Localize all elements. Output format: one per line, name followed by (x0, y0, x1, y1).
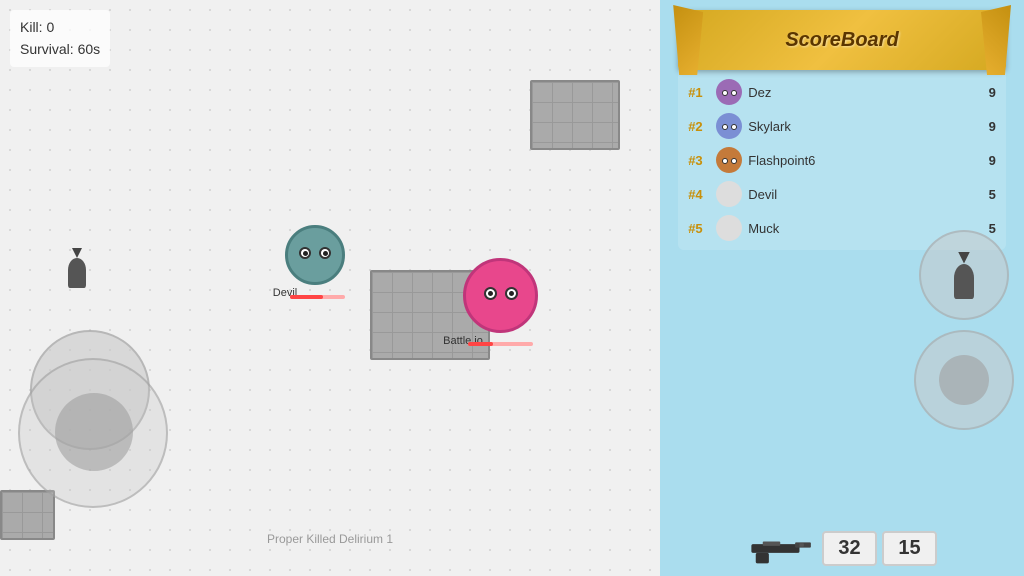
left-knife (68, 248, 86, 288)
knife-body-left (68, 258, 86, 288)
avatar-4 (716, 181, 742, 207)
name-3: Flashpoint6 (748, 153, 988, 168)
name-1: Dez (748, 85, 988, 100)
right-joystick-outer[interactable] (914, 330, 1014, 430)
right-knife-body (954, 264, 974, 299)
eye-left (299, 247, 311, 259)
scoreboard-list: #1 Dez 9 #2 Skylark 9 #3 (678, 70, 1006, 250)
obstacle-3 (0, 490, 55, 540)
survival-label: Survival: (20, 41, 74, 57)
rank-1: #1 (688, 85, 716, 100)
scoreboard: ScoreBoard #1 Dez 9 #2 Skylark 9 (678, 10, 1006, 250)
score-4: 5 (989, 187, 996, 202)
kill-feed-message: Proper Killed Delirium 1 (267, 532, 393, 546)
score-2: 9 (989, 119, 996, 134)
survival-stat: Survival: 60s (20, 38, 100, 60)
game-panel: Kill: 0 Survival: 60s Devil (0, 0, 660, 576)
right-knife-tip (958, 252, 970, 264)
survival-value: 60s (78, 41, 101, 57)
scoreboard-banner: ScoreBoard (678, 10, 1006, 70)
obstacle-1 (530, 80, 620, 150)
rank-5: #5 (688, 221, 716, 236)
score-row-3: #3 Flashpoint6 9 (678, 143, 1006, 177)
right-controls (914, 230, 1014, 516)
score-row-1: #1 Dez 9 (678, 75, 1006, 109)
kill-stat: Kill: 0 (20, 16, 100, 38)
kill-feed: Proper Killed Delirium 1 (267, 532, 393, 546)
right-knife (954, 252, 974, 299)
right-joystick-inner[interactable] (939, 355, 989, 405)
name-4: Devil (748, 187, 988, 202)
battle-eye-right (505, 287, 518, 300)
rank-3: #3 (688, 153, 716, 168)
player-battle-eyes (484, 287, 518, 300)
bottom-bar: 32 15 (660, 531, 1024, 566)
kill-label: Kill: (20, 19, 43, 35)
ammo-current: 32 (822, 531, 877, 566)
score-row-2: #2 Skylark 9 (678, 109, 1006, 143)
kill-value: 0 (46, 19, 54, 35)
right-shoot-button[interactable] (919, 230, 1009, 320)
battle-eye-left (484, 287, 497, 300)
joystick-inner-left[interactable] (55, 393, 133, 471)
score-1: 9 (989, 85, 996, 100)
player-devil-health (290, 295, 323, 299)
scoreboard-title: ScoreBoard (785, 29, 898, 52)
ui-panel: ScoreBoard #1 Dez 9 #2 Skylark 9 (660, 0, 1024, 576)
avatar-2 (716, 113, 742, 139)
ammo-reserve: 15 (882, 531, 937, 566)
player-devil-eyes (299, 247, 331, 259)
avatar-3 (716, 147, 742, 173)
gun-icon-bottom (747, 531, 817, 566)
knife-tip-left (72, 248, 82, 258)
player-devil (285, 225, 345, 285)
avatar-1 (716, 79, 742, 105)
avatar-5 (716, 215, 742, 241)
stats-box: Kill: 0 Survival: 60s (10, 10, 110, 67)
eye-right (319, 247, 331, 259)
player-battle-health (468, 342, 493, 346)
player-battle (463, 258, 538, 333)
score-3: 9 (989, 153, 996, 168)
rank-2: #2 (688, 119, 716, 134)
name-2: Skylark (748, 119, 988, 134)
score-row-4: #4 Devil 5 (678, 177, 1006, 211)
rank-4: #4 (688, 187, 716, 202)
